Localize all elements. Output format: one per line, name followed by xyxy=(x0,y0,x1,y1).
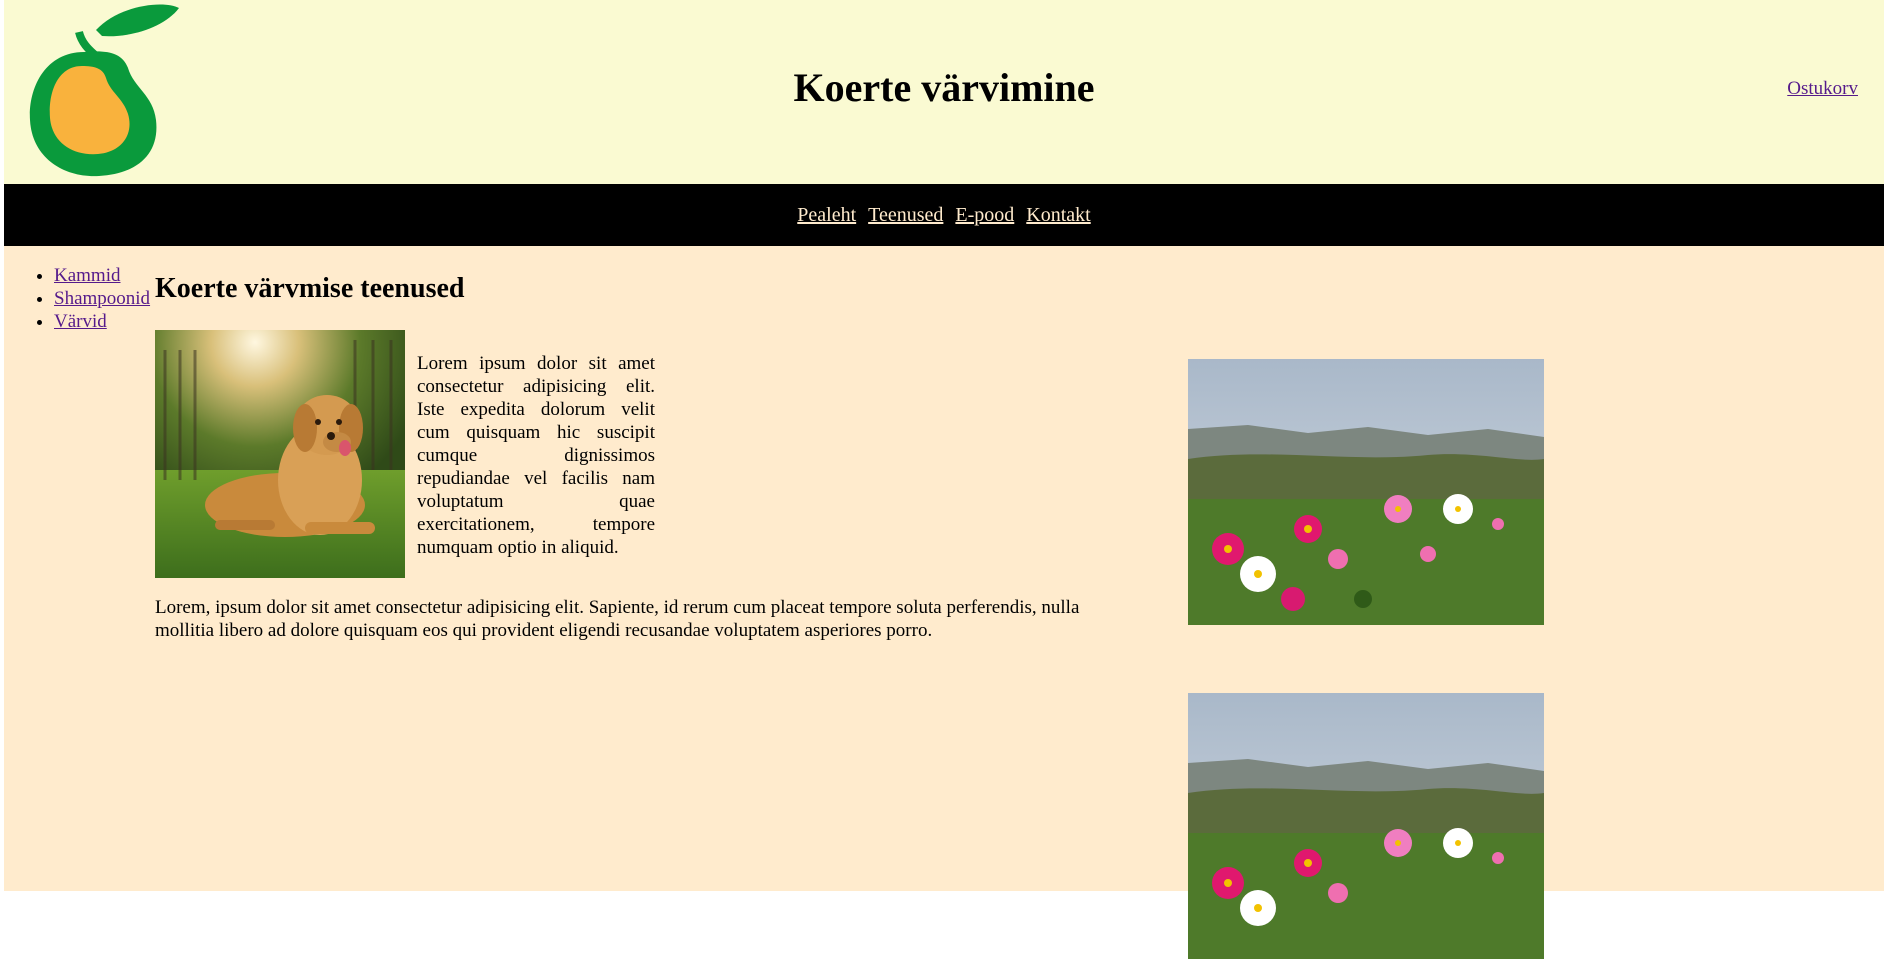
nav-link-e-pood[interactable]: E-pood xyxy=(955,204,1014,226)
body-paragraph: Lorem, ipsum dolor sit amet consectetur … xyxy=(155,597,1080,641)
main-content: Koerte värvmise teenused Lorem ipsum dol… xyxy=(155,270,1135,641)
section-heading: Koerte värvmise teenused xyxy=(155,273,465,304)
nav-link-teenused[interactable]: Teenused xyxy=(868,204,943,226)
site-title: Koerte värvimine xyxy=(793,65,1095,110)
sidebar-link-shampoonid[interactable]: Shampoonid xyxy=(54,288,150,309)
page: Koerte värvimine Ostukorv Pealeht Teenus… xyxy=(4,0,1884,959)
cart-link[interactable]: Ostukorv xyxy=(1787,78,1858,100)
flower-field-photo xyxy=(1188,359,1544,625)
intro-text: Lorem ipsum dolor sit amet consectetur a… xyxy=(417,353,655,558)
site-header: Koerte värvimine Ostukorv xyxy=(4,0,1884,184)
sidebar-link-varvid[interactable]: Värvid xyxy=(54,311,107,332)
nav-link-pealeht[interactable]: Pealeht xyxy=(797,204,856,226)
sidebar-link-kammid[interactable]: Kammid xyxy=(54,265,121,286)
sidebar-item-shampoonid: Shampoonid xyxy=(54,287,150,310)
flower-field-photo-2 xyxy=(1188,693,1544,959)
sidebar-item-kammid: Kammid xyxy=(54,264,150,287)
main-nav: Pealeht Teenused E-pood Kontakt xyxy=(4,184,1884,246)
sidebar-item-varvid: Värvid xyxy=(54,310,150,333)
nav-link-kontakt[interactable]: Kontakt xyxy=(1026,204,1090,226)
sidebar-list: Kammid Shampoonid Värvid xyxy=(4,264,150,333)
dog-photo xyxy=(155,330,405,578)
